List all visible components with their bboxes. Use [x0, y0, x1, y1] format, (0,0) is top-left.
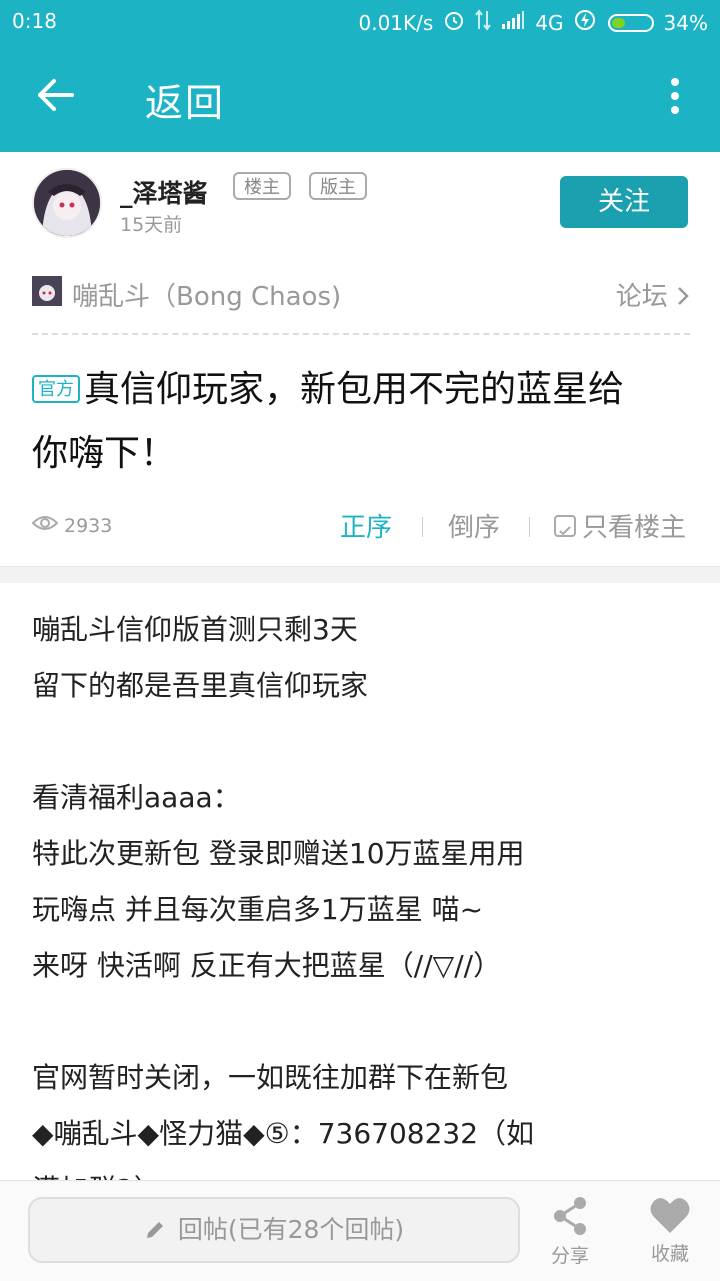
meta-divider: [529, 517, 530, 537]
chevron-right-icon: [676, 282, 690, 312]
forum-icon: [32, 276, 62, 306]
arrow-left-icon[interactable]: [32, 72, 78, 118]
bottom-action-bar: 回帖(已有28个回帖) 分享 收藏: [0, 1180, 720, 1281]
avatar[interactable]: [32, 168, 102, 238]
sort-ascending-tab[interactable]: 正序: [340, 507, 392, 544]
charging-icon: [574, 9, 596, 36]
dashed-divider: [32, 333, 690, 335]
only-op-label: 只看楼主: [582, 513, 687, 543]
share-button[interactable]: 分享: [530, 1195, 610, 1268]
reply-placeholder: 回帖(已有28个回帖): [177, 1215, 405, 1244]
post-title-text: 真信仰玩家，新包用不完的蓝星给你嗨下！: [32, 369, 625, 474]
alarm-icon: [443, 9, 465, 36]
forum-row[interactable]: 嘣乱斗（Bong Chaos) 论坛: [32, 270, 690, 320]
favorite-button[interactable]: 收藏: [630, 1195, 710, 1266]
post-meta-row: 2933 正序 倒序 只看楼主: [31, 505, 697, 549]
forum-link-label: 论坛: [615, 282, 668, 312]
follow-button[interactable]: 关注: [560, 176, 688, 228]
official-badge: 官方: [32, 375, 80, 403]
section-divider: [0, 566, 720, 583]
reply-input[interactable]: 回帖(已有28个回帖): [28, 1197, 520, 1263]
forum-name[interactable]: 嘣乱斗（Bong Chaos): [72, 276, 341, 313]
battery-fill: [611, 17, 625, 28]
share-label: 分享: [550, 1245, 589, 1267]
status-indicators: 0.01K/s 4G 34%: [358, 9, 708, 36]
net-speed: 0.01K/s: [358, 10, 434, 35]
heart-icon: [630, 1195, 710, 1235]
forum-link[interactable]: 论坛: [616, 276, 690, 313]
page-title[interactable]: 返回: [145, 72, 225, 127]
top-header: 0:18 0.01K/s 4G 34% 返回: [0, 0, 720, 152]
author-row: _泽塔酱 楼主 版主 15天前 关注: [0, 152, 720, 252]
only-op-toggle[interactable]: 只看楼主: [554, 507, 686, 544]
view-count: 2933: [31, 513, 113, 538]
pencil-icon: [144, 1215, 178, 1244]
favorite-label: 收藏: [650, 1243, 689, 1265]
data-arrows-icon: [475, 9, 492, 36]
op-badge: 楼主: [233, 172, 291, 200]
eye-icon: [31, 513, 59, 538]
post-timestamp: 15天前: [120, 214, 183, 236]
moderator-badge: 版主: [309, 172, 367, 200]
view-count-value: 2933: [64, 514, 113, 537]
network-type: 4G: [535, 10, 564, 35]
post-body: 嘣乱斗信仰版首测只剩3天 留下的都是吾里真信仰玩家 看清福利aaaa： 特此次更…: [32, 613, 535, 1180]
signal-icon: [501, 10, 525, 35]
checkbox-icon[interactable]: [554, 514, 576, 537]
battery-percent: 34%: [663, 10, 708, 35]
sort-descending-tab[interactable]: 倒序: [448, 507, 500, 544]
status-time: 0:18: [12, 9, 57, 33]
more-vertical-icon[interactable]: [668, 78, 682, 114]
author-name[interactable]: _泽塔酱: [120, 174, 208, 210]
share-icon: [530, 1195, 610, 1237]
app-bar: 返回: [0, 42, 720, 152]
meta-divider: [422, 517, 423, 537]
battery-icon: [607, 13, 654, 32]
status-bar: 0:18 0.01K/s 4G 34%: [0, 0, 720, 42]
post-title: 官方 真信仰玩家，新包用不完的蓝星给你嗨下！: [32, 358, 652, 486]
